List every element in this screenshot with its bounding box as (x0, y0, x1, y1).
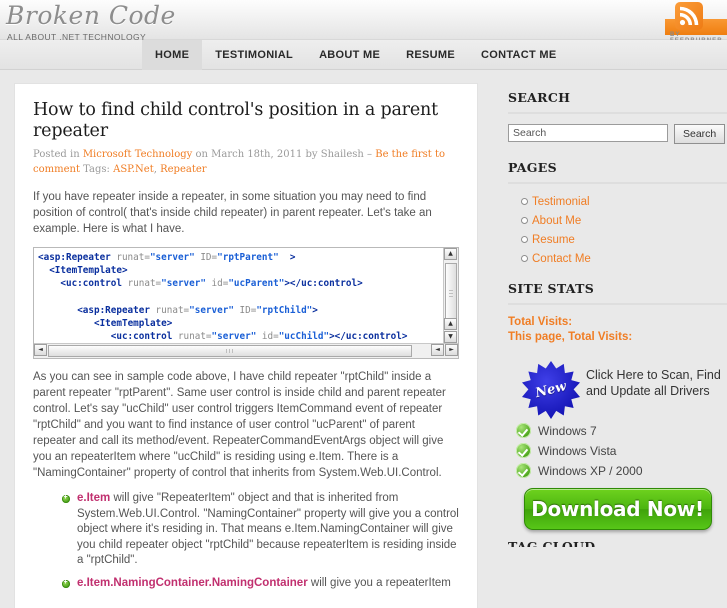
sidebar-section-search: SEARCH Search (508, 90, 727, 144)
scroll-right-icon[interactable]: ► (445, 344, 458, 356)
divider (508, 112, 727, 114)
ad-os-list: Windows 7 Windows Vista Windows XP / 200… (508, 423, 727, 478)
meta-date-author: on March 18th, 2011 by Shailesh – (192, 149, 376, 160)
ad-os-label: Windows 7 (538, 423, 597, 438)
scroll-up-secondary-icon[interactable]: ▲ (444, 318, 457, 330)
meta-tags-label: Tags: (79, 163, 114, 175)
post-meta: Posted in Microsoft Technology on March … (33, 148, 459, 177)
new-badge-label: New (533, 378, 569, 402)
meta-category-link[interactable]: Microsoft Technology (83, 149, 192, 160)
list-item: Resume (521, 232, 727, 246)
ad-headline: Click Here to Scan, Find and Update all … (586, 368, 721, 398)
tag-cloud-heading: TAG CLOUD (508, 539, 596, 547)
ad-os-label: Windows XP / 2000 (538, 463, 643, 478)
page-title: How to find child control's position in … (33, 100, 438, 141)
pages-list: Testimonial About Me Resume Contact Me (508, 194, 727, 265)
code-vertical-scrollbar[interactable]: ▲ ▲ ▼ (443, 248, 458, 343)
search-row: Search (508, 124, 727, 144)
vertical-scroll-thumb[interactable] (445, 263, 457, 325)
code-horizontal-scrollbar[interactable]: ◄ ◄ ► (34, 343, 458, 358)
explanation-paragraph: As you can see in sample code above, I h… (33, 371, 446, 479)
check-circle-icon (516, 423, 531, 438)
nav-item-contact-me[interactable]: CONTACT ME (468, 40, 570, 70)
site-stats-heading: SITE STATS (508, 281, 595, 296)
list-item-text: will give you a repeaterItem (307, 576, 451, 589)
ad-header: New Click Here to Scan, Find and Update … (508, 359, 727, 421)
list-item: e.Item will give "RepeaterItem" object a… (62, 491, 459, 569)
ad-os-label: Windows Vista (538, 443, 617, 458)
new-badge-icon: New (522, 361, 580, 419)
search-button[interactable]: Search (674, 124, 726, 144)
rss-icon[interactable] (675, 2, 703, 30)
article-content: How to find child control's position in … (14, 83, 478, 608)
nav-item-resume[interactable]: RESUME (393, 40, 468, 70)
meta-tag-aspnet[interactable]: ASP.Net (113, 164, 154, 175)
sidebar-item-resume[interactable]: Resume (532, 234, 575, 246)
check-circle-icon (516, 463, 531, 478)
list-item: Testimonial (521, 194, 727, 208)
feedburner-badge[interactable]: BY FEEDBURNER (665, 0, 727, 44)
code-scroll-viewport: <asp:Repeater runat="server" ID="rptPare… (34, 248, 442, 343)
nav-item-testimonial[interactable]: TESTIMONIAL (202, 40, 306, 70)
sidebar-section-site-stats: SITE STATS Total Visits: This page, Tota… (508, 281, 727, 345)
sidebar-item-contact-me[interactable]: Contact Me (532, 253, 591, 265)
inline-code-e-item: e.Item (77, 492, 111, 504)
meta-tag-repeater[interactable]: Repeater (160, 164, 206, 175)
notes-list: e.Item will give "RepeaterItem" object a… (33, 491, 459, 591)
meta-posted-in: Posted in (33, 149, 83, 160)
horizontal-scroll-thumb[interactable] (48, 345, 412, 357)
list-item: About Me (521, 213, 727, 227)
sidebar: SEARCH Search PAGES Testimonial About Me… (508, 90, 727, 547)
list-item: e.Item.NamingContainer.NamingContainer w… (62, 576, 459, 592)
scroll-left-secondary-icon[interactable]: ◄ (431, 344, 444, 356)
intro-paragraph: If you have repeater inside a repeater, … (33, 191, 432, 235)
main-navigation: HOME TESTIMONIAL ABOUT ME RESUME CONTACT… (0, 40, 727, 70)
sidebar-item-about-me[interactable]: About Me (532, 215, 581, 227)
list-item: Windows 7 (516, 423, 727, 438)
site-header: Broken Code ALL ABOUT .NET TECHNOLOGY BY… (0, 0, 727, 44)
divider (508, 303, 727, 305)
site-title: Broken Code (6, 1, 176, 30)
nav-item-home[interactable]: HOME (142, 40, 203, 70)
list-item-text: will give "RepeaterItem" object and that… (77, 492, 459, 566)
scroll-up-icon[interactable]: ▲ (444, 248, 457, 260)
scroll-down-icon[interactable]: ▼ (444, 331, 457, 343)
stat-page-visits: This page, Total Visits: (508, 331, 633, 343)
nav-list: HOME TESTIMONIAL ABOUT ME RESUME CONTACT… (142, 40, 570, 70)
sidebar-section-pages: PAGES Testimonial About Me Resume Contac… (508, 160, 727, 265)
nav-item-about-me[interactable]: ABOUT ME (306, 40, 393, 70)
divider (508, 182, 727, 184)
stat-total-visits: Total Visits: (508, 316, 573, 328)
code-text: <asp:Repeater runat="server" ID="rptPare… (38, 252, 408, 343)
code-block[interactable]: <asp:Repeater runat="server" ID="rptPare… (33, 247, 459, 359)
list-item: Windows Vista (516, 443, 727, 458)
check-circle-icon (516, 443, 531, 458)
list-item: Contact Me (521, 251, 727, 265)
sidebar-item-testimonial[interactable]: Testimonial (532, 196, 590, 208)
search-input[interactable] (508, 124, 668, 142)
advertisement[interactable]: New Click Here to Scan, Find and Update … (508, 359, 727, 530)
scroll-left-icon[interactable]: ◄ (34, 344, 47, 356)
pages-heading: PAGES (508, 160, 557, 175)
download-now-button[interactable]: Download Now! (523, 488, 712, 530)
inline-code-naming-container: e.Item.NamingContainer.NamingContainer (77, 576, 308, 589)
list-item: Windows XP / 2000 (516, 463, 727, 478)
search-heading: SEARCH (508, 90, 571, 105)
